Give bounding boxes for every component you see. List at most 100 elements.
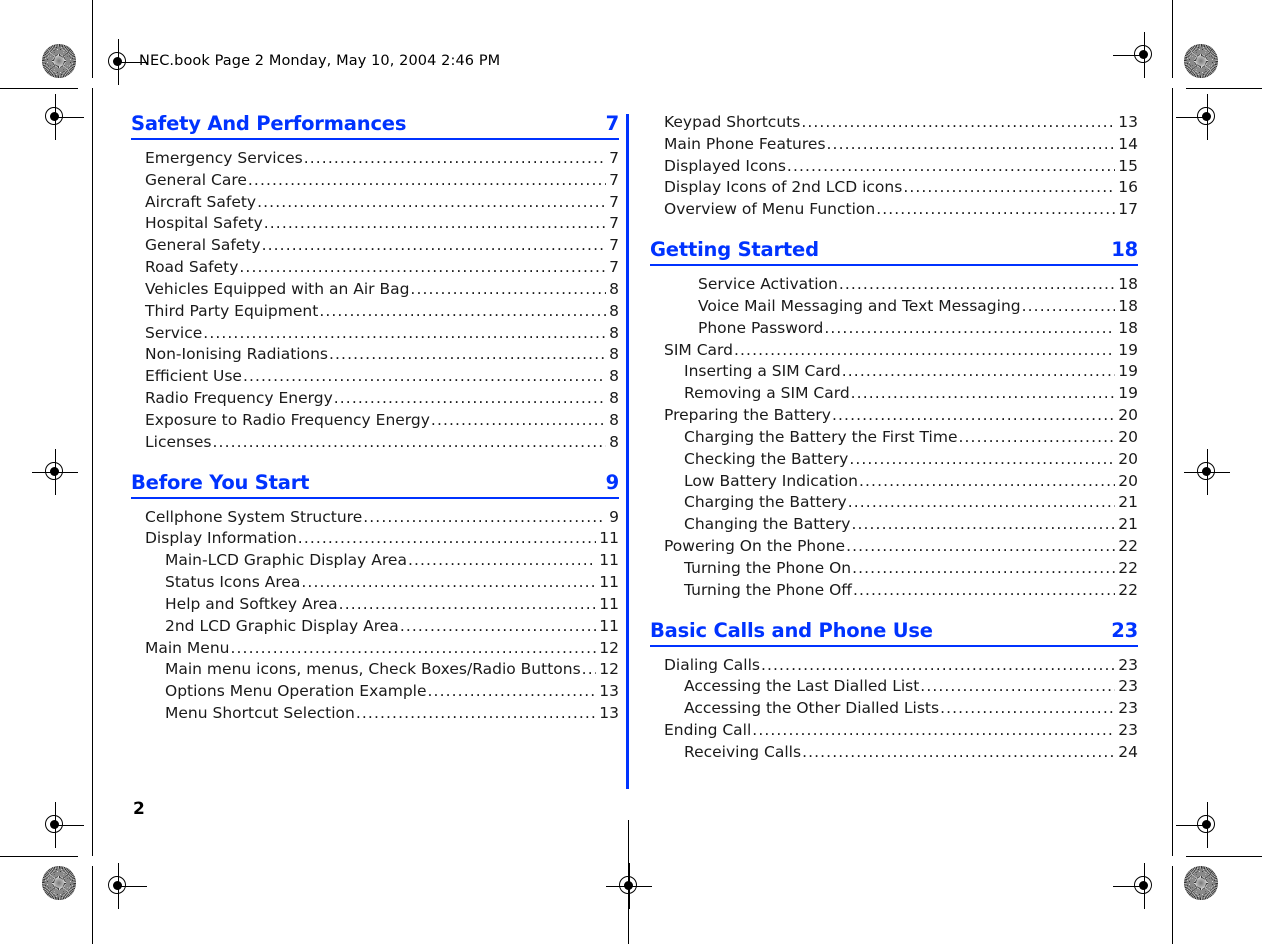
toc-section-heading[interactable]: Basic Calls and Phone Use 23 [650,619,1138,647]
toc-leader-dots: ........................................… [801,113,1115,131]
toc-entry[interactable]: Hospital Safety.........................… [145,213,619,235]
toc-entry[interactable]: Main menu icons, menus, Check Boxes/Radi… [165,659,619,681]
toc-leader-dots: ........................................… [802,742,1116,761]
toc-entry-label: Non-Ionising Radiations [145,345,328,364]
toc-entry-page-number: 23 [1118,655,1138,674]
toc-entry[interactable]: Keypad Shortcuts........................… [664,112,1138,134]
toc-entry-label: 2nd LCD Graphic Display Area [165,616,399,635]
toc-entry[interactable]: Dialing Calls...........................… [664,655,1138,677]
toc-entry[interactable]: Turning the Phone On....................… [684,558,1138,580]
toc-entry[interactable]: Aircraft Safety.........................… [145,192,619,214]
toc-leader-dots: ........................................… [849,449,1116,468]
toc-entry[interactable]: Help and Softkey Area...................… [165,594,619,616]
toc-entry-label: General Care [145,170,247,189]
toc-leader-dots: ........................................… [852,580,1116,599]
toc-entry[interactable]: Phone Password..........................… [698,318,1138,340]
toc-entry[interactable]: Overview of Menu Function...............… [664,199,1138,221]
toc-entry[interactable]: Main Phone Features.....................… [664,134,1138,156]
toc-column-right: Keypad Shortcuts........................… [650,112,1138,764]
toc-entry[interactable]: General Care............................… [145,170,619,192]
registration-rosette-bottom-right [1184,866,1218,900]
toc-entry[interactable]: Exposure to Radio Frequency Energy......… [145,410,619,432]
toc-entry-label: SIM Card [664,340,733,359]
toc-entry[interactable]: Radio Frequency Energy..................… [145,388,619,410]
toc-entry[interactable]: Accessing the Other Dialled Lists.......… [684,698,1138,720]
toc-leader-dots: ........................................… [826,134,1116,153]
toc-section-heading[interactable]: Safety And Performances 7 [131,112,619,140]
registration-mark-upper-right-margin [1176,94,1224,140]
toc-entry[interactable]: Options Menu Operation Example..........… [165,681,619,703]
toc-entry-label: Accessing the Other Dialled Lists [684,699,940,718]
toc-entry[interactable]: Licenses................................… [145,432,619,454]
toc-leader-dots: ........................................… [261,236,607,255]
toc-entry[interactable]: Charging the Battery the First Time.....… [684,427,1138,449]
toc-entry-label: Charging the Battery the First Time [684,427,958,446]
toc-entry[interactable]: Low Battery Indication..................… [684,471,1138,493]
toc-entry-page-number: 20 [1118,471,1138,490]
toc-entry-label: Cellphone System Structure [145,507,363,526]
toc-entry[interactable]: Receiving Calls.........................… [684,742,1138,764]
toc-entry[interactable]: Removing a SIM Card.....................… [684,383,1138,405]
toc-entry-page-number: 20 [1118,427,1138,446]
trim-line-right-margin-vertical [1172,88,1173,856]
toc-entry[interactable]: Status Icons Area.......................… [165,572,619,594]
file-info-slug: NEC.book Page 2 Monday, May 10, 2004 2:4… [139,53,501,69]
toc-leader-dots: ........................................… [733,340,1115,359]
toc-leader-dots: ........................................… [940,699,1115,718]
toc-entry[interactable]: Display Icons of 2nd LCD icons..........… [664,177,1138,199]
toc-leader-dots: ........................................… [786,156,1115,175]
toc-entry[interactable]: Displayed Icons.........................… [664,156,1138,178]
toc-entry-page-number: 19 [1118,384,1138,403]
toc-entry-label: Status Icons Area [165,573,301,592]
trim-line-left-top-horizontal [0,88,78,89]
toc-entry[interactable]: Turning the Phone Off...................… [684,580,1138,602]
toc-entry[interactable]: Main Menu...............................… [145,638,619,660]
toc-entry[interactable]: Accessing the Last Dialled List.........… [684,676,1138,698]
toc-entry[interactable]: Preparing the Battery...................… [664,405,1138,427]
toc-entry[interactable]: Road Safety.............................… [145,257,619,279]
toc-entry[interactable]: Efficient Use...........................… [145,366,619,388]
toc-entry[interactable]: Emergency Services......................… [145,148,619,170]
toc-entry[interactable]: Ending Call.............................… [664,720,1138,742]
toc-entry-page-number: 14 [1118,134,1138,153]
toc-column-left: Safety And Performances 7 Emergency Servic… [131,112,619,725]
toc-entry[interactable]: Third Party Equipment...................… [145,301,619,323]
toc-entry[interactable]: Main-LCD Graphic Display Area...........… [165,550,619,572]
toc-entry[interactable]: Voice Mail Messaging and Text Messaging.… [698,296,1138,318]
toc-entry[interactable]: Service Activation......................… [698,274,1138,296]
toc-section-heading[interactable]: Before You Start 9 [131,471,619,499]
toc-leader-dots: ........................................… [257,192,607,211]
toc-entry-page-number: 18 [1118,275,1138,294]
toc-entry-page-number: 13 [599,704,619,723]
toc-section-title: Basic Calls and Phone Use [650,618,933,642]
trim-line-top-left-vertical [92,0,93,78]
toc-entry[interactable]: Vehicles Equipped with an Air Bag.......… [145,279,619,301]
toc-entry-page-number: 7 [609,149,619,167]
toc-entry[interactable]: Display Information.....................… [145,528,619,550]
toc-entry[interactable]: General Safety..........................… [145,235,619,257]
toc-entry[interactable]: Charging the Battery....................… [684,492,1138,514]
toc-leader-dots: ........................................… [903,178,1115,197]
toc-entry[interactable]: Cellphone System Structure..............… [145,507,619,529]
registration-mark-right-middle [1184,449,1230,495]
toc-entry[interactable]: Checking the Battery....................… [684,449,1138,471]
toc-entry-page-number: 8 [609,345,619,364]
toc-entry-page-number: 20 [1118,406,1138,425]
toc-entry[interactable]: Non-Ionising Radiations.................… [145,344,619,366]
toc-section-title: Safety And Performances [131,112,407,135]
toc-entry-page-number: 8 [609,410,619,429]
toc-entry[interactable]: 2nd LCD Graphic Display Area............… [165,616,619,638]
toc-entry[interactable]: Service.................................… [145,323,619,345]
toc-leader-dots: ........................................… [333,389,606,408]
toc-entry[interactable]: SIM Card................................… [664,340,1138,362]
toc-leader-dots: ........................................… [399,616,597,635]
toc-entry[interactable]: Menu Shortcut Selection.................… [165,703,619,725]
toc-leader-dots: ........................................… [363,507,606,526]
toc-entry-page-number: 7 [609,214,619,233]
toc-entry-page-number: 15 [1118,156,1138,175]
toc-entry[interactable]: Inserting a SIM Card....................… [684,361,1138,383]
toc-section-heading[interactable]: Getting Started 18 [650,238,1138,267]
toc-entry[interactable]: Changing the Battery....................… [684,514,1138,536]
page-number: 2 [133,799,145,819]
toc-entry[interactable]: Powering On the Phone...................… [664,536,1138,558]
